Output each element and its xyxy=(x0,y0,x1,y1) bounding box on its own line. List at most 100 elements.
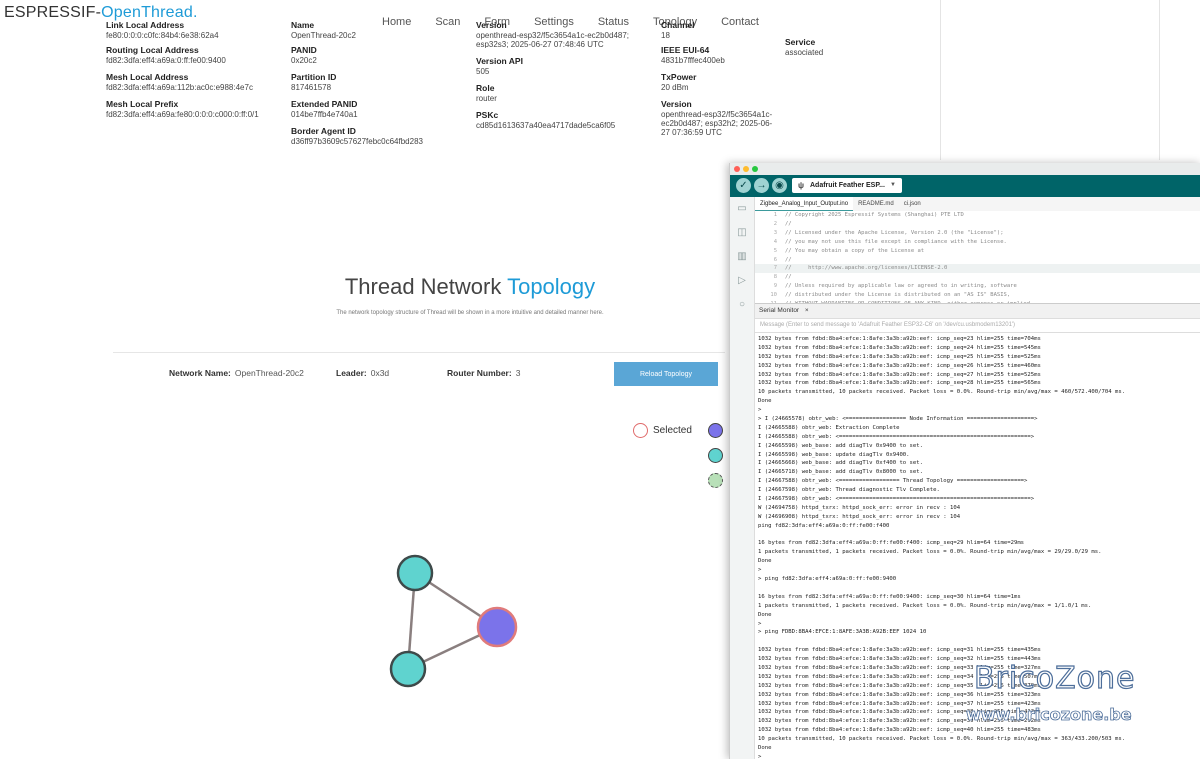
status-key: TxPower xyxy=(661,72,697,82)
status-key: Mesh Local Prefix xyxy=(106,99,179,109)
code-line: 3 // Licensed under the Apache License, V… xyxy=(755,229,1200,238)
router-number-info: Router Number: 3 xyxy=(447,368,520,378)
tab-ino[interactable]: Zigbee_Analog_Input_Output.ino xyxy=(755,197,854,211)
library-icon[interactable]: ▥ xyxy=(736,251,748,262)
serial-line: 1032 bytes from fdbd:8ba4:efce:1:8afe:3a… xyxy=(758,344,1041,351)
router-node[interactable] xyxy=(396,554,434,592)
serial-line: 1032 bytes from fdbd:8ba4:efce:1:8afe:3a… xyxy=(758,727,1041,734)
code-text: // http://www.apache.org/licenses/LICENS… xyxy=(785,265,948,272)
serial-line xyxy=(758,531,1200,540)
network-name-value: OpenThread-20c2 xyxy=(234,368,304,378)
network-name-label: Network Name: xyxy=(169,368,231,378)
board-selector[interactable]: ψ Adafruit Feather ESP... ▼ xyxy=(792,178,902,193)
status-value: fd82:3dfa:eff4:a69a:fe80:0:0:0:c000:0:ff… xyxy=(106,110,259,119)
maximize-window-icon[interactable] xyxy=(752,166,758,172)
code-text: // Unless required by applicable law or … xyxy=(785,283,1017,290)
status-value: openthread-esp32/f5c3654a1c-ec2b0d487; e… xyxy=(661,110,773,137)
status-key: Version API xyxy=(476,56,523,66)
serial-line: W (24694758) httpd_txrx: httpd_sock_err:… xyxy=(758,504,961,511)
brand-part2: OpenThread. xyxy=(101,4,198,21)
title-part1: Thread Network xyxy=(344,274,502,299)
router-number-label: Router Number: xyxy=(447,368,512,378)
verify-icon[interactable]: ✓ xyxy=(736,178,751,193)
status-col4: Channel 18 IEEE EUI-64 4831b7fffec400eb Tx… xyxy=(661,21,776,137)
close-icon[interactable]: × xyxy=(805,307,809,314)
legend-leader xyxy=(708,423,723,438)
code-text: // you may not use this file except in c… xyxy=(785,238,1007,245)
code-line: 7 // http://www.apache.org/licenses/LICEN… xyxy=(755,264,1200,274)
serial-line: 1032 bytes from fdbd:8ba4:efce:1:8afe:3a… xyxy=(758,371,1041,378)
ide-toolbar: ✓ → ◉ ψ Adafruit Feather ESP... ▼ xyxy=(730,175,1200,197)
line-number: 6 xyxy=(773,256,777,263)
status-value: router xyxy=(476,94,497,103)
status-value: 014be7ffb4e740a1 xyxy=(291,110,358,119)
debug-sidebar-icon[interactable]: ▷ xyxy=(736,275,748,286)
line-number: 4 xyxy=(773,238,777,245)
serial-line: 10 packets transmitted, 10 packets recei… xyxy=(758,736,1126,743)
leader-label: Leader: xyxy=(336,368,367,378)
chevron-down-icon: ▼ xyxy=(890,182,896,188)
serial-line: I (24665588) obtr_web: <================… xyxy=(758,433,1035,440)
legend-selected-label: Selected xyxy=(653,425,692,436)
serial-line xyxy=(758,637,1200,646)
debug-icon[interactable]: ◉ xyxy=(772,178,787,193)
serial-line xyxy=(758,584,1200,593)
status-value: 18 xyxy=(661,31,670,39)
selected-circle-icon xyxy=(633,423,648,438)
serial-line: Done xyxy=(758,744,772,751)
board-manager-icon[interactable]: ◫ xyxy=(736,227,748,238)
serial-line: W (24696908) httpd_txrx: httpd_sock_err:… xyxy=(758,513,961,520)
code-line: 2 // xyxy=(755,220,1200,229)
code-line: 10 // distributed under the License is di… xyxy=(755,291,1200,300)
legend-selected: Selected xyxy=(633,423,692,438)
legend-router xyxy=(708,448,723,463)
code-text: // Copyright 2025 Espressif Systems (Sha… xyxy=(785,212,964,218)
status-value: 0x20c2 xyxy=(291,56,317,65)
status-value: 4831b7fffec400eb xyxy=(661,56,725,65)
status-value: openthread-esp32/f5c3654a1c-ec2b0d487; e… xyxy=(476,31,630,48)
serial-line: I (24667598) obtr_web: <================… xyxy=(758,496,1035,503)
serial-line: I (24665668) web_base: add diagTlv 0xf40… xyxy=(758,460,924,467)
upload-icon[interactable]: → xyxy=(754,178,769,193)
title-part2: Topology xyxy=(507,274,596,299)
router-node[interactable] xyxy=(389,650,427,688)
serial-line: I (24665598) web_base: add diagTlv 0x940… xyxy=(758,442,924,449)
line-number: 2 xyxy=(773,220,777,227)
minimize-window-icon[interactable] xyxy=(743,166,749,172)
serial-line: > ping fd82:3dfa:eff4:a69a:0:ff:fe00:940… xyxy=(758,576,897,583)
serial-line: ping fd82:3dfa:eff4:a69a:0:ff:fe00:f400 xyxy=(758,522,890,529)
status-value: fd82:3dfa:eff4:a69a:0:ff:fe00:9400 xyxy=(106,56,226,65)
status-key: Extended PANID xyxy=(291,99,358,109)
search-icon[interactable]: ○ xyxy=(736,299,748,310)
child-circle-icon xyxy=(708,473,723,488)
status-key: Partition ID xyxy=(291,72,337,82)
leader-info: Leader: 0x3d xyxy=(336,368,389,378)
code-text: // xyxy=(785,256,792,263)
code-line: 8 // xyxy=(755,273,1200,282)
serial-line: > xyxy=(758,407,762,414)
line-number: 5 xyxy=(773,247,777,254)
serial-line: 16 bytes from fd82:3dfa:eff4:a69a:0:ff:f… xyxy=(758,540,1025,547)
serial-line: 1032 bytes from fdbd:8ba4:efce:1:8afe:3a… xyxy=(758,647,1041,654)
reload-topology-button[interactable]: Reload Topology xyxy=(614,362,718,386)
serial-message-input[interactable]: Message (Enter to send message to 'Adafr… xyxy=(755,319,1200,333)
tab-readme[interactable]: README.md xyxy=(853,197,899,211)
leader-node[interactable] xyxy=(476,606,518,648)
serial-line: > xyxy=(758,753,762,759)
router-number-value: 3 xyxy=(515,368,521,378)
status-key: Role xyxy=(476,83,495,93)
code-text: // xyxy=(785,220,792,227)
topology-graph xyxy=(389,554,518,688)
line-number: 8 xyxy=(773,274,777,281)
serial-line: 1032 bytes from fdbd:8ba4:efce:1:8afe:3a… xyxy=(758,362,1041,369)
code-line: 6 // xyxy=(755,256,1200,265)
brand-logo[interactable]: ESPRESSIF-OpenThread. xyxy=(4,4,198,22)
status-key: Mesh Local Address xyxy=(106,72,189,82)
tab-ci-json[interactable]: ci.json xyxy=(899,197,926,211)
leader-value: 0x3d xyxy=(370,368,390,378)
close-window-icon[interactable] xyxy=(734,166,740,172)
code-editor[interactable]: 1 // Copyright 2025 Espressif Systems (Sh… xyxy=(755,211,1200,303)
folder-icon[interactable]: ▭ xyxy=(736,203,748,214)
line-number: 10 xyxy=(770,292,777,299)
status-col3: Version openthread-esp32/f5c3654a1c-ec2b0… xyxy=(476,21,636,130)
